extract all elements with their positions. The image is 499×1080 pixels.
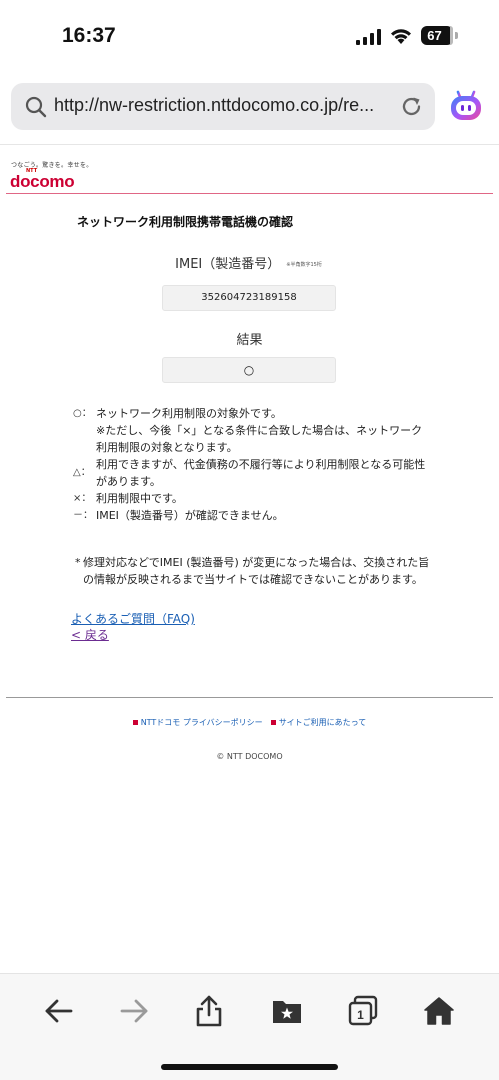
bookmarks-icon[interactable] [270,994,304,1028]
imei-change-note: * 修理対応などでIMEI (製造番号) が変更になった場合は、交換された旨の情… [75,554,433,588]
note-text: 修理対応などでIMEI (製造番号) が変更になった場合は、交換された旨の情報が… [83,556,430,586]
bullet-icon [270,720,276,725]
legend-text: ネットワーク利用制限の対象外です。 [96,407,282,420]
note-mark: * [75,556,81,569]
home-indicator [161,1064,338,1070]
result-field: ○ [162,357,336,383]
status-bar: 16:37 67 [0,0,499,72]
copyright: © NTT DOCOMO [216,752,283,761]
tab-count: 1 [357,1008,364,1022]
back-arrow-icon[interactable] [42,994,76,1028]
legend-item: ○： ネットワーク利用制限の対象外です。 [73,405,433,422]
legend-text: 利用制限中です。 [96,492,183,505]
bullet-icon [132,720,138,725]
legend-item: ×： 利用制限中です。 [73,490,433,507]
browser-chrome-divider [0,144,499,145]
legend-symbol: ×： [73,493,92,504]
legend-symbol: ○： [73,408,92,419]
assistant-bot-icon[interactable] [448,88,484,124]
site-terms-link[interactable]: サイトご利用にあたって [279,718,367,727]
imei-format-note: ※半角数字15桁 [286,262,322,268]
faq-link[interactable]: よくあるご質問（FAQ) [71,610,195,627]
battery-indicator: 67 [421,26,453,45]
browser-page: 16:37 67 http://nw-restriction.nttdocomo… [0,0,499,1080]
legend-symbol: －： [73,510,93,521]
footer-divider [6,697,493,698]
header-divider [6,193,493,194]
wifi-icon [391,29,411,44]
imei-field[interactable]: 352604723189158 [162,285,336,311]
status-time: 16:37 [62,24,116,47]
share-icon[interactable] [192,994,226,1028]
battery-cap [455,32,458,39]
search-icon [25,96,47,118]
home-icon[interactable] [422,994,456,1028]
legend-text: IMEI（製造番号）が確認できません。 [96,509,284,522]
legend-text: 利用できますが、代金債務の不履行等により利用制限となる可能性があります。 [96,458,426,488]
imei-label-row: IMEI（製造番号） ※半角数字15桁 [0,253,499,272]
result-legend: ○： ネットワーク利用制限の対象外です。 ※ただし、今後「×」となる条件に合致し… [73,405,433,524]
legend-symbol: △： [73,467,91,478]
legend-item: △： 利用できますが、代金債務の不履行等により利用制限となる可能性があります。 [73,456,433,490]
forward-arrow-icon[interactable] [117,994,151,1028]
legend-item: ※ただし、今後「×」となる条件に合致した場合は、ネットワーク利用制限の対象となり… [73,422,433,456]
tabs-icon[interactable]: 1 [346,994,380,1028]
privacy-policy-link[interactable]: NTTドコモ プライバシーポリシー [141,718,263,727]
footer-links: NTTドコモ プライバシーポリシー サイトご利用にあたって [0,717,499,728]
docomo-logo[interactable]: docomo [10,172,75,192]
page-title: ネットワーク利用制限携帯電話機の確認 [77,215,294,229]
url-text[interactable]: http://nw-restriction.nttdocomo.co.jp/re… [54,95,396,116]
address-bar[interactable]: http://nw-restriction.nttdocomo.co.jp/re… [11,83,435,130]
cellular-signal-icon [356,29,381,45]
legend-item: －： IMEI（製造番号）が確認できません。 [73,507,433,524]
legend-text: ※ただし、今後「×」となる条件に合致した場合は、ネットワーク利用制限の対象となり… [96,424,423,454]
brand-tagline: つなごう。驚きを。幸せを。 [11,162,93,169]
back-link[interactable]: < 戻る [71,626,109,643]
result-label: 結果 [236,333,263,348]
battery-level: 67 [427,28,442,43]
reload-icon[interactable] [400,95,423,118]
imei-label: IMEI（製造番号） [175,257,281,272]
